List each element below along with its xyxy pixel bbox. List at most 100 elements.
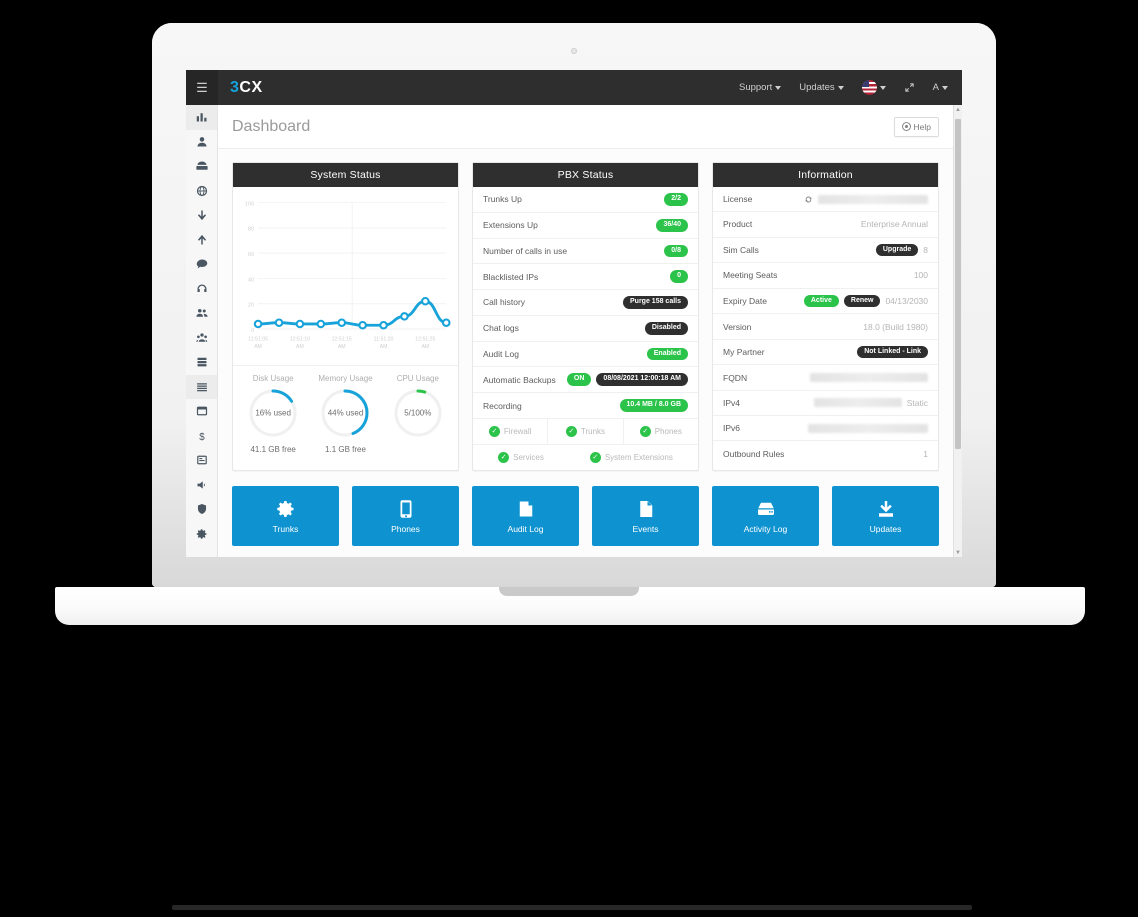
nav-fullscreen-button[interactable]: [904, 82, 915, 93]
information-row-label: My Partner: [723, 347, 765, 358]
tile-phones[interactable]: Phones: [352, 486, 459, 547]
chart-data-point[interactable]: [337, 318, 347, 327]
scroll-up-arrow[interactable]: ▲: [954, 105, 962, 114]
gauge-disk-usage: Disk Usage 16% used 41.1 GB free: [237, 374, 309, 454]
status-badge[interactable]: 08/08/2021 12:00:18 AM: [596, 373, 688, 386]
chart-data-point[interactable]: [358, 320, 367, 330]
chart-data-point[interactable]: [316, 319, 326, 329]
hard-drive-icon: [757, 502, 774, 515]
people-icon: [195, 309, 208, 317]
sidebar-item-billing[interactable]: $: [186, 424, 217, 449]
refresh-icon[interactable]: [804, 195, 813, 204]
webcam-icon: [571, 48, 577, 54]
service-check-label: Firewall: [503, 427, 532, 437]
chart-data-point[interactable]: [274, 318, 284, 327]
status-badge[interactable]: 36/40: [656, 218, 688, 232]
status-badge[interactable]: Purge 158 calls: [623, 296, 688, 309]
status-badge[interactable]: Enabled: [646, 347, 688, 361]
pbx-row-label: Recording: [483, 400, 522, 411]
scroll-down-arrow[interactable]: ▼: [954, 548, 962, 557]
scrollbar-thumb[interactable]: [955, 119, 961, 449]
sidebar-item-users[interactable]: [186, 130, 217, 155]
pbx-row-value: 2/2: [664, 193, 688, 206]
chart-data-point[interactable]: [253, 319, 263, 329]
chevron-down-icon: [879, 85, 886, 90]
pbx-status-row: Extensions Up 36/40: [473, 213, 698, 239]
status-badge[interactable]: Active: [803, 294, 839, 308]
status-badge[interactable]: 2/2: [664, 193, 688, 206]
sidebar-item-call-center[interactable]: [186, 277, 217, 302]
sidebar-item-groups[interactable]: [186, 326, 217, 351]
vertical-scrollbar[interactable]: ▲ ▼: [953, 105, 962, 557]
sidebar-item-chat[interactable]: [186, 252, 217, 277]
sidebar-item-dashboard[interactable]: [186, 105, 217, 130]
app-logo[interactable]: 3CX: [230, 79, 263, 97]
information-value-text: 04/13/2030: [885, 296, 928, 307]
sidebar-item-activity-log[interactable]: [186, 374, 217, 399]
service-check: ✓ Firewall: [473, 419, 549, 445]
sidebar-item-outbound-rules[interactable]: [186, 228, 217, 253]
tile-updates[interactable]: Updates: [832, 486, 939, 547]
status-badge[interactable]: 10.4 MB / 8.0 GB: [619, 399, 688, 413]
information-row-value: [810, 373, 928, 383]
nav-updates-menu[interactable]: Updates: [799, 82, 844, 93]
sidebar-item-security[interactable]: [186, 497, 217, 522]
nav-account-menu[interactable]: A: [933, 82, 948, 93]
sidebar-item-backup-restore[interactable]: [186, 350, 217, 375]
sidebar-item-reports[interactable]: [186, 399, 217, 424]
nav-language-menu[interactable]: [861, 80, 886, 95]
sidebar-item-contacts[interactable]: [186, 301, 217, 326]
service-check-label: Phones: [654, 427, 682, 437]
nav-support-menu[interactable]: Support: [739, 82, 782, 93]
status-badge[interactable]: 0: [670, 270, 688, 283]
chart-data-point[interactable]: [295, 319, 305, 329]
tile-trunks[interactable]: Trunks: [232, 486, 339, 547]
hamburger-icon[interactable]: ☰: [186, 70, 218, 105]
status-badge[interactable]: 0/8: [664, 244, 688, 258]
sidebar-item-settings-panel[interactable]: [186, 448, 217, 473]
information-row-label: Version: [723, 321, 752, 332]
chart-data-point[interactable]: [379, 320, 388, 330]
status-badge[interactable]: ON: [566, 373, 592, 386]
chart-data-point[interactable]: [441, 318, 451, 327]
gauge-ring: 5/100%: [392, 387, 444, 439]
checkmark-icon: ✓: [589, 452, 601, 464]
svg-text:11:51:20: 11:51:20: [374, 336, 394, 342]
pbx-status-row: Audit Log Enabled: [473, 342, 698, 368]
chart-data-point[interactable]: [421, 296, 430, 306]
sidebar-item-sip-trunks[interactable]: [186, 179, 217, 204]
status-badge[interactable]: Disabled: [644, 321, 688, 335]
tile-events[interactable]: Events: [592, 486, 699, 547]
information-row: IPv4 Static: [713, 391, 938, 417]
information-rows: License Product Enterprise Annual Sim Calls…: [713, 187, 938, 467]
help-button[interactable]: Help: [893, 116, 939, 137]
sidebar-item-inbound-rules[interactable]: [186, 203, 217, 228]
information-row-label: IPv4: [723, 397, 741, 408]
status-badge[interactable]: Not Linked - Link: [857, 345, 928, 359]
status-badge[interactable]: Upgrade: [875, 243, 919, 257]
svg-text:AM: AM: [338, 344, 346, 350]
expand-arrows-icon: [905, 83, 914, 92]
information-row-label: Product: [723, 219, 753, 230]
tile-audit-log[interactable]: Audit Log: [472, 486, 579, 547]
tile-label: Audit Log: [507, 523, 544, 534]
line-chart-svg: 0 20 40 60 80 100 11:51:05 AM 12:51:10 AM 12:51:1…: [245, 201, 451, 350]
sidebar-item-phones[interactable]: [186, 154, 217, 179]
gauge-title: CPU Usage: [396, 374, 439, 383]
tile-label: Updates: [869, 523, 902, 534]
status-badge[interactable]: Renew: [843, 294, 881, 308]
information-row: Meeting Seats 100: [713, 263, 938, 289]
chart-data-point[interactable]: [400, 312, 409, 321]
help-label: Help: [913, 121, 931, 132]
laptop-trackpad-notch: [499, 587, 639, 596]
information-row-label: FQDN: [723, 372, 748, 383]
pbx-row-label: Audit Log: [483, 348, 519, 359]
tile-activity-log[interactable]: Activity Log: [712, 486, 819, 547]
navbar-right-group: Support Updates A: [739, 80, 962, 95]
tile-label: Trunks: [272, 523, 299, 534]
information-row: My Partner Not Linked - Link: [713, 340, 938, 366]
pbx-row-label: Automatic Backups: [483, 374, 556, 385]
pbx-status-row: Recording 10.4 MB / 8.0 GB: [473, 393, 698, 418]
sidebar-item-announcements[interactable]: [186, 473, 217, 498]
sidebar-item-settings[interactable]: [186, 522, 217, 547]
